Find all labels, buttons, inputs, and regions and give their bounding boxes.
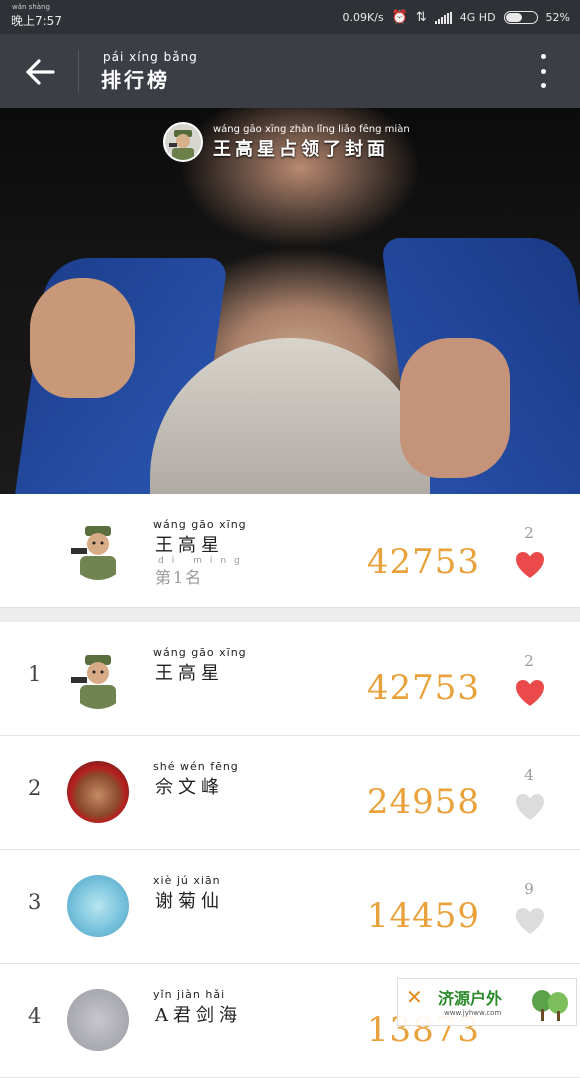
more-menu-button[interactable]: [536, 54, 550, 88]
like-count: 4: [524, 766, 534, 784]
avatar: [67, 518, 129, 580]
watermark-logo-icon: ✕: [406, 985, 423, 1009]
heart-icon[interactable]: [514, 792, 546, 822]
battery-fill: [505, 13, 523, 22]
ranking-row[interactable]: 3 xiè jú xiān 谢菊仙 14459 9: [0, 850, 580, 964]
my-rank-card[interactable]: wáng gāo xīng 王高星 dì míng 第1名 42753 2: [0, 494, 580, 607]
battery-icon: [503, 11, 538, 24]
name-ruby: shé wén fēng: [153, 760, 239, 773]
avatar: [67, 989, 129, 1051]
cover-caption-text: 王高星占领了封面: [213, 138, 389, 160]
avatar: [67, 647, 129, 709]
cover-photo-shape: [30, 278, 135, 398]
signal-icon: [434, 11, 452, 24]
section-divider: [0, 607, 580, 622]
score: 24958: [366, 782, 480, 822]
header-divider: [78, 50, 79, 92]
watermark-text: 济源户外: [438, 989, 503, 1008]
cover-photo-shape: [400, 338, 510, 478]
like-count: 2: [524, 524, 534, 542]
heart-icon[interactable]: [514, 678, 546, 708]
network-type: 4G HD: [459, 11, 496, 24]
data-transfer-icon: ⇅: [415, 10, 427, 25]
status-bar: wǎn shàng 晚上7:57 0.09K/s ⏰ ⇅ 4G HD 52%: [0, 0, 580, 34]
score: 14459: [366, 896, 480, 936]
status-time: 晚上7:57: [11, 14, 62, 28]
status-time-ruby: wǎn shàng: [12, 3, 50, 11]
network-speed: 0.09K/s: [342, 11, 384, 24]
avatar: [163, 122, 203, 162]
cover-image[interactable]: wáng gāo xīng zhàn lǐng liǎo fēng miàn 王…: [0, 108, 580, 494]
ranking-row[interactable]: 1 wáng gāo xīng 王高星 42753 2: [0, 622, 580, 736]
name-ruby: wáng gāo xīng: [153, 646, 247, 659]
battery-percent: 52%: [545, 11, 570, 24]
ranking-row[interactable]: 2 shé wén fēng 佘文峰 24958 4: [0, 736, 580, 850]
my-name-ruby: wáng gāo xīng: [153, 518, 247, 531]
cover-caption: wáng gāo xīng zhàn lǐng liǎo fēng miàn 王…: [163, 122, 410, 162]
back-arrow-icon: [26, 59, 55, 85]
soldier-avatar-icon: [71, 655, 116, 709]
user-name: A君剑海: [155, 1005, 242, 1026]
avatar: [67, 761, 129, 823]
avatar: [67, 875, 129, 937]
rank-number: 4: [28, 1004, 42, 1028]
heart-icon[interactable]: [514, 906, 546, 936]
my-name: 王高星: [155, 535, 224, 556]
name-ruby: xiè jú xiān: [153, 874, 221, 887]
menu-dot: [540, 54, 546, 59]
back-button[interactable]: [20, 52, 60, 92]
watermark-url: www.jyhww.com: [444, 1009, 502, 1017]
my-score: 42753: [366, 542, 480, 582]
menu-dot: [540, 68, 546, 74]
menu-dot: [540, 83, 546, 88]
page-title-ruby: pái xíng bǎng: [103, 50, 198, 64]
alarm-icon: ⏰: [391, 10, 408, 25]
heart-icon[interactable]: [514, 550, 546, 580]
user-name: 谢菊仙: [155, 891, 224, 912]
rank-number: 2: [28, 776, 42, 800]
my-rank-text: 第1名: [155, 568, 204, 587]
rank-number: 3: [28, 890, 42, 914]
site-watermark: ✕ 济源户外 www.jyhww.com: [397, 978, 577, 1026]
page-title: 排行榜: [101, 68, 170, 92]
cover-caption-ruby: wáng gāo xīng zhàn lǐng liǎo fēng miàn: [213, 123, 410, 135]
user-name: 佘文峰: [155, 777, 224, 798]
app-header: pái xíng bǎng 排行榜: [0, 34, 580, 108]
user-name: 王高星: [155, 663, 224, 684]
soldier-avatar-icon: [71, 526, 116, 580]
soldier-avatar-icon: [169, 130, 194, 160]
rank-number: 1: [28, 662, 42, 686]
like-count: 9: [524, 880, 534, 898]
trees-icon: [532, 990, 568, 1021]
status-indicators: 0.09K/s ⏰ ⇅ 4G HD 52%: [343, 10, 570, 25]
score: 42753: [366, 668, 480, 708]
name-ruby: yǐn jiàn hǎi: [153, 988, 226, 1001]
like-count: 2: [524, 652, 534, 670]
